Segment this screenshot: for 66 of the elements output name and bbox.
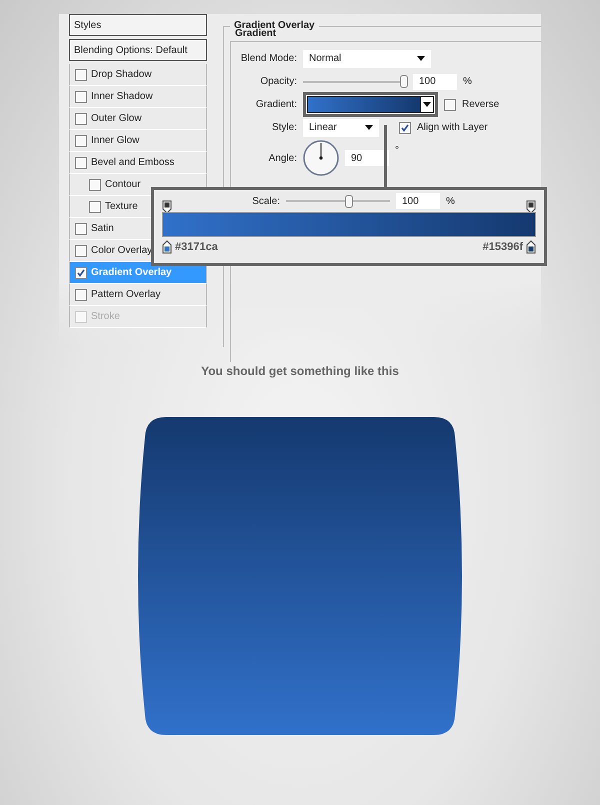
checkbox[interactable] bbox=[444, 98, 456, 110]
field-label: Blend Mode: bbox=[240, 53, 297, 64]
checkbox[interactable] bbox=[75, 222, 87, 234]
style-label: Inner Shadow bbox=[91, 91, 153, 102]
checkbox[interactable] bbox=[75, 134, 87, 146]
unit-label: % bbox=[446, 196, 455, 206]
style-label: Texture bbox=[105, 201, 138, 212]
checkbox[interactable] bbox=[89, 200, 101, 212]
unit-label: % bbox=[463, 76, 472, 87]
style-list-item[interactable]: Drop Shadow bbox=[69, 64, 207, 86]
field-label: Angle: bbox=[268, 152, 297, 164]
scale-field[interactable]: 100 bbox=[396, 193, 440, 209]
color-stop-icon[interactable] bbox=[526, 240, 536, 254]
style-label: Drop Shadow bbox=[91, 69, 152, 80]
checkbox[interactable] bbox=[399, 122, 411, 134]
color-stop-label: #15396f bbox=[482, 241, 523, 253]
style-label: Stroke bbox=[91, 311, 120, 322]
style-label: Color Overlay bbox=[91, 245, 152, 256]
style-list-item[interactable]: Inner Shadow bbox=[69, 86, 207, 108]
styles-header: Styles bbox=[69, 14, 207, 36]
checkbox[interactable] bbox=[89, 178, 101, 190]
blend-mode-dropdown[interactable]: Normal bbox=[303, 50, 431, 68]
gradient-bar[interactable] bbox=[162, 212, 536, 237]
checkmark-icon bbox=[401, 124, 409, 132]
style-dropdown[interactable]: Linear bbox=[303, 118, 379, 136]
checkbox[interactable] bbox=[75, 266, 87, 278]
style-label: Outer Glow bbox=[91, 113, 142, 124]
unit-label: ° bbox=[395, 145, 399, 156]
checkmark-icon bbox=[77, 268, 85, 276]
field-label: Scale: bbox=[251, 196, 280, 206]
opacity-stop-icon[interactable] bbox=[162, 200, 172, 214]
style-label: Inner Glow bbox=[91, 135, 140, 146]
blending-options-item[interactable]: Blending Options: Default bbox=[69, 39, 207, 61]
checkbox[interactable] bbox=[75, 244, 87, 256]
slider-thumb[interactable] bbox=[400, 75, 408, 88]
caption: You should get something like this bbox=[201, 364, 399, 378]
angle-dial-icon[interactable] bbox=[303, 140, 339, 176]
opacity-stop-icon[interactable] bbox=[526, 200, 536, 214]
gradient-picker[interactable] bbox=[303, 92, 438, 117]
checkbox[interactable] bbox=[75, 156, 87, 168]
dropdown-arrow-icon bbox=[423, 102, 431, 107]
checkbox[interactable] bbox=[75, 112, 87, 124]
dropdown-arrow-icon bbox=[417, 56, 425, 61]
style-list-item[interactable]: Inner Glow bbox=[69, 130, 207, 152]
style-list-item[interactable]: Bevel and Emboss bbox=[69, 152, 207, 174]
checkbox[interactable] bbox=[75, 68, 87, 80]
dropdown-arrow-icon bbox=[365, 125, 373, 130]
style-list-item[interactable]: Outer Glow bbox=[69, 108, 207, 130]
checkbox-label: Align with Layer bbox=[417, 122, 488, 133]
field-label: Gradient: bbox=[254, 99, 297, 110]
color-stop-icon[interactable] bbox=[162, 240, 172, 254]
checkbox-label: Reverse bbox=[462, 99, 500, 110]
opacity-field[interactable]: 100 bbox=[413, 74, 457, 90]
style-label: Pattern Overlay bbox=[91, 289, 160, 300]
angle-field[interactable]: 90 bbox=[345, 150, 389, 166]
style-label: Gradient Overlay bbox=[91, 267, 172, 278]
field-label: Style: bbox=[270, 122, 297, 133]
slider-thumb[interactable] bbox=[345, 194, 354, 208]
field-label: Opacity: bbox=[259, 76, 297, 87]
style-label: Contour bbox=[105, 179, 141, 190]
checkbox[interactable] bbox=[75, 90, 87, 102]
dropdown-button[interactable] bbox=[421, 96, 434, 113]
style-label: Bevel and Emboss bbox=[91, 157, 174, 168]
style-label: Satin bbox=[91, 223, 114, 234]
style-list-item[interactable]: Pattern Overlay bbox=[69, 284, 207, 306]
checkbox[interactable] bbox=[75, 288, 87, 300]
